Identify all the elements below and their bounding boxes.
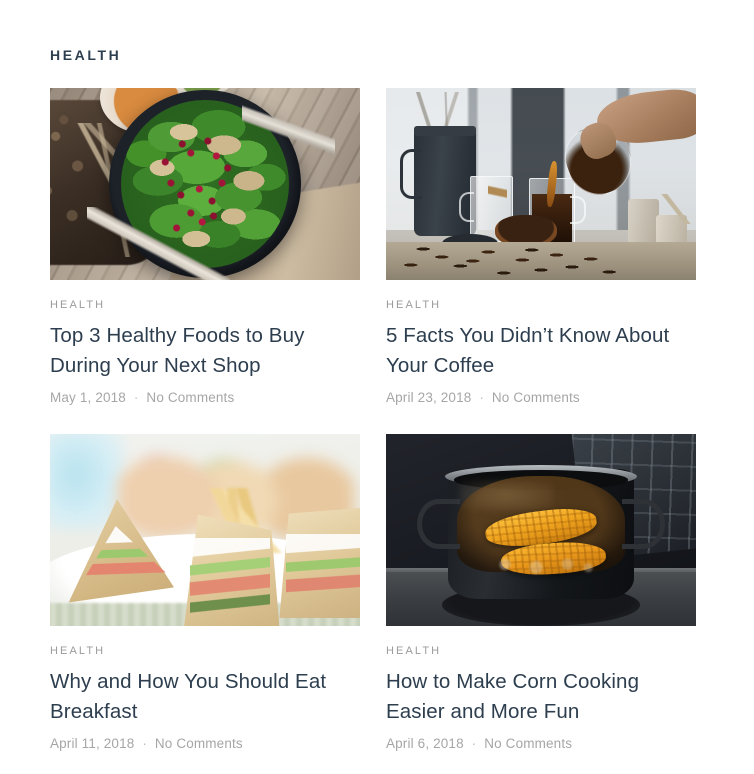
sandwich-filling-right <box>285 533 360 607</box>
post-card-corn: HEALTH How to Make Corn Cooking Easier a… <box>386 434 696 753</box>
coffee-pour-image <box>386 88 696 280</box>
post-thumbnail-link-salad[interactable] <box>50 88 360 280</box>
post-thumbnail-link-coffee[interactable] <box>386 88 696 280</box>
post-meta: May 1, 2018 · No Comments <box>50 389 360 407</box>
pitcher-handle <box>399 149 422 200</box>
club-sandwich-image <box>50 434 360 626</box>
wooden-stirrer <box>488 160 507 223</box>
pot-handle-left <box>417 499 461 550</box>
post-comments-link[interactable]: No Comments <box>492 390 580 405</box>
post-date: May 1, 2018 <box>50 390 126 405</box>
post-meta: April 11, 2018 · No Comments <box>50 735 360 753</box>
meta-separator: · <box>471 736 477 751</box>
post-body: HEALTH Top 3 Healthy Foods to Buy During… <box>50 280 360 407</box>
post-date: April 23, 2018 <box>386 390 472 405</box>
glass-mug-right-handle <box>570 195 586 225</box>
glass-mug-left-handle <box>458 191 475 223</box>
post-category-link[interactable]: HEALTH <box>386 298 696 312</box>
corn-pot-image <box>386 434 696 626</box>
meta-separator: · <box>133 390 139 405</box>
post-comments-link[interactable]: No Comments <box>146 390 234 405</box>
post-thumbnail-link-breakfast[interactable] <box>50 434 360 626</box>
metal-spoon <box>658 193 693 225</box>
post-category-link[interactable]: HEALTH <box>386 644 696 658</box>
posts-grid: HEALTH Top 3 Healthy Foods to Buy During… <box>50 88 696 753</box>
post-meta: April 23, 2018 · No Comments <box>386 389 696 407</box>
post-title-link[interactable]: Why and How You Should Eat Breakfast <box>50 667 360 727</box>
post-title-link[interactable]: How to Make Corn Cooking Easier and More… <box>386 667 696 727</box>
water-foam <box>479 553 610 577</box>
serving-spoon-top <box>242 88 336 184</box>
post-body: HEALTH 5 Facts You Didn’t Know About You… <box>386 280 696 407</box>
post-category-link[interactable]: HEALTH <box>50 298 360 312</box>
post-thumbnail-link-corn[interactable] <box>386 434 696 626</box>
post-date: April 11, 2018 <box>50 736 135 751</box>
post-body: HEALTH Why and How You Should Eat Breakf… <box>50 626 360 753</box>
post-meta: April 6, 2018 · No Comments <box>386 735 696 753</box>
sandwich-filling-center <box>189 537 271 615</box>
health-posts-page: HEALTH HEALTH Top 3 Healthy Foods to Buy… <box>0 0 754 774</box>
meta-separator: · <box>479 390 484 405</box>
post-card-salad: HEALTH Top 3 Healthy Foods to Buy During… <box>50 88 360 407</box>
serving-spoon-bottom <box>87 207 230 280</box>
water-sheen <box>460 480 554 511</box>
post-card-coffee: HEALTH 5 Facts You Didn’t Know About You… <box>386 88 696 407</box>
pitcher-lid <box>413 126 476 136</box>
pot-handle-right <box>621 499 665 550</box>
post-comments-link[interactable]: No Comments <box>155 736 243 751</box>
post-comments-link[interactable]: No Comments <box>484 736 572 751</box>
post-title-link[interactable]: Top 3 Healthy Foods to Buy During Your N… <box>50 321 360 381</box>
meta-separator: · <box>142 736 147 751</box>
post-body: HEALTH How to Make Corn Cooking Easier a… <box>386 626 696 753</box>
salad-bowl-image <box>50 88 360 280</box>
post-date: April 6, 2018 <box>386 736 464 751</box>
scattered-coffee-beans <box>386 230 696 280</box>
post-card-breakfast: HEALTH Why and How You Should Eat Breakf… <box>50 434 360 753</box>
post-category-link[interactable]: HEALTH <box>50 644 360 658</box>
section-heading: HEALTH <box>50 47 122 63</box>
post-title-link[interactable]: 5 Facts You Didn’t Know About Your Coffe… <box>386 321 696 381</box>
